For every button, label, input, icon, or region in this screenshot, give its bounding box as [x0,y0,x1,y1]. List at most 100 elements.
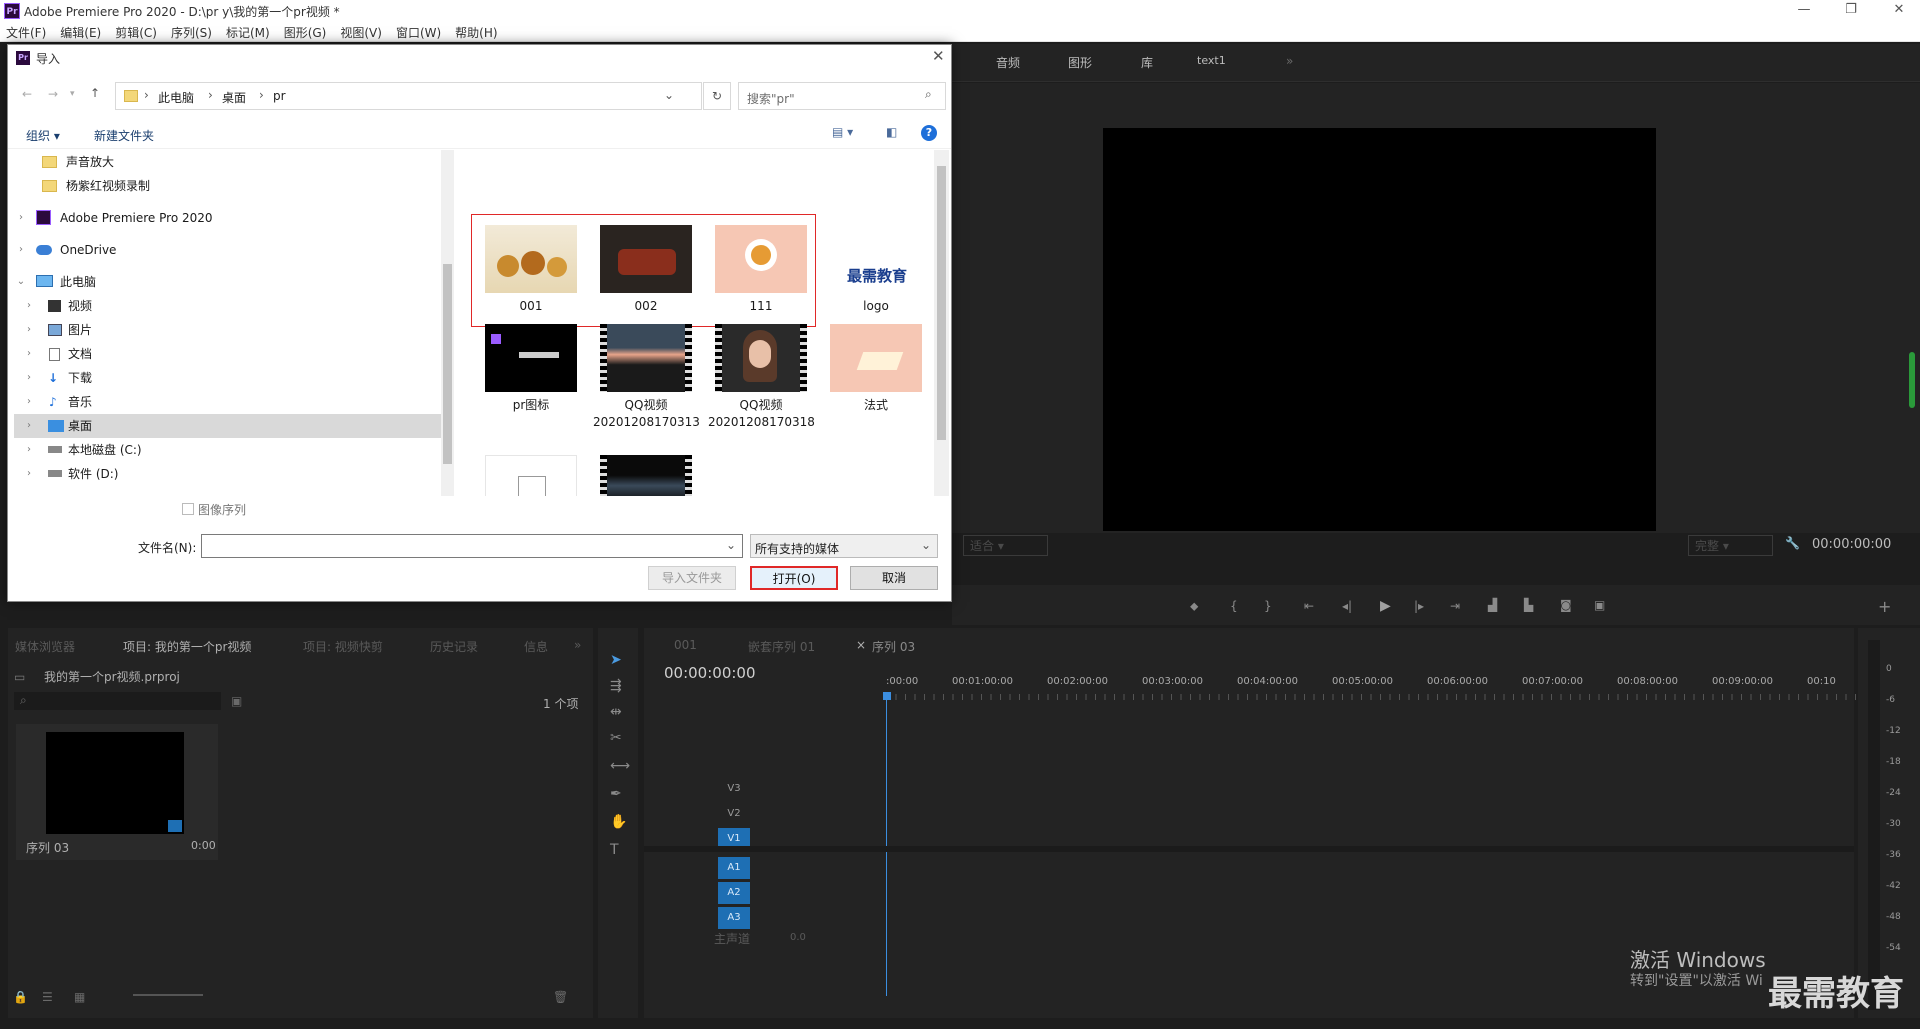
image-sequence-checkbox[interactable] [182,503,194,515]
sequence-item[interactable]: 序列 03 0:00 [16,724,218,860]
track-label[interactable]: V2 [718,803,750,825]
tab-project-main[interactable]: 项目: 我的第一个pr视频 [123,638,251,655]
track-select-icon[interactable]: ⇶ [610,678,622,694]
more-tabs-icon[interactable]: » [1286,54,1293,68]
razor-icon[interactable]: ✂ [610,730,622,746]
lift-icon[interactable]: ▟ [1488,598,1497,612]
hand-icon[interactable]: ✋ [610,814,627,830]
import-folder-button[interactable]: 导入文件夹 [648,566,736,590]
view-options-icon[interactable]: ▤ ▾ [832,125,853,139]
time-ruler[interactable]: :00:00 00:01:00:00 00:02:00:00 00:03:00:… [886,676,1920,692]
playhead-handle[interactable] [883,692,891,700]
menu-view[interactable]: 视图(V) [333,22,389,41]
tab-graphics[interactable]: 图形 [1068,54,1092,71]
minimize-icon[interactable]: — [1789,2,1819,20]
file-tile[interactable]: 法式 [823,324,929,414]
in-point-icon[interactable]: { [1230,599,1238,613]
file-tile[interactable]: 002 [593,225,699,315]
chevron-down-icon[interactable]: ⌄ [726,538,736,552]
track-divider[interactable] [644,846,1854,852]
chevron-right-icon[interactable]: › [14,238,28,262]
tab-info[interactable]: 信息 [524,638,548,655]
track-label[interactable]: V3 [718,778,750,800]
breadcrumb-pc[interactable]: 此电脑 [158,89,194,106]
dialog-close-icon[interactable]: ✕ [932,47,945,65]
chevron-right-icon[interactable]: › [22,318,36,342]
chevron-down-icon[interactable]: ⌄ [14,270,28,294]
timeline-tab-001[interactable]: 001 [674,638,697,652]
lock-icon[interactable]: 🔒 [13,990,28,1004]
compare-icon[interactable]: ▣ [1594,598,1605,612]
filetype-select[interactable]: 所有支持的媒体 ⌄ [750,534,938,558]
chevron-right-icon[interactable]: › [22,390,36,414]
menu-edit[interactable]: 编辑(E) [53,22,108,41]
chevron-right-icon[interactable]: › [22,462,36,486]
chevron-right-icon[interactable]: › [22,294,36,318]
timeline-tab-close-icon[interactable]: × [856,638,866,652]
tree-scroll-thumb[interactable] [443,264,452,464]
file-tile[interactable]: 最需教育 logo [823,225,929,315]
menu-sequence[interactable]: 序列(S) [164,22,219,41]
file-tile[interactable]: pr图标 [478,324,584,414]
menu-marker[interactable]: 标记(M) [219,22,277,41]
tab-library[interactable]: 库 [1141,54,1153,71]
tab-audio[interactable]: 音频 [996,54,1020,71]
slip-icon[interactable]: ⟷ [610,758,630,774]
filename-input[interactable]: ⌄ [201,534,743,558]
file-tile[interactable]: 001 [478,225,584,315]
cancel-button[interactable]: 取消 [850,566,938,590]
tab-history[interactable]: 历史记录 [430,638,478,655]
chevron-right-icon[interactable]: › [22,414,36,438]
close-window-icon[interactable]: ✕ [1884,2,1914,20]
timeline-tab-nested[interactable]: 嵌套序列 01 [748,638,815,655]
type-tool-icon[interactable]: T [610,842,619,858]
open-button[interactable]: 打开(O) [750,566,838,590]
menu-window[interactable]: 窗口(W) [389,22,448,41]
list-view-icon[interactable]: ☰ [42,990,53,1004]
chevron-right-icon[interactable]: › [14,206,28,230]
address-bar[interactable]: › 此电脑 › 桌面 › pr ⌄ [115,82,702,110]
file-tile[interactable] [593,455,699,496]
new-bin-icon[interactable]: ▣ [231,694,242,708]
zoom-slider[interactable] [133,994,203,996]
grid-scrollbar[interactable] [934,150,949,496]
pen-icon[interactable]: ✒ [610,786,622,802]
tab-media-browser[interactable]: 媒体浏览器 [15,638,75,655]
forward-icon[interactable]: → [48,87,58,101]
quality-dropdown[interactable]: 完整 ▾ [1688,535,1773,556]
add-button-icon[interactable]: + [1878,597,1891,616]
help-icon[interactable]: ? [921,125,937,141]
out-point-icon[interactable]: } [1264,599,1272,613]
delete-icon[interactable]: 🗑 [553,990,568,1004]
track-label[interactable]: A3 [718,907,750,929]
file-tile[interactable]: 111 [708,225,814,315]
extract-icon[interactable]: ▙ [1524,598,1533,612]
marker-icon[interactable]: ⬥ [1190,599,1198,614]
file-tile[interactable]: QQ视频20201208170313 [593,324,700,431]
breadcrumb-pr[interactable]: pr [273,89,286,103]
ripple-edit-icon[interactable]: ⇹ [610,704,622,720]
timeline-tab-seq03[interactable]: 序列 03 [872,638,915,655]
tab-project-quick[interactable]: 项目: 视频快剪 [303,638,383,655]
camera-icon[interactable]: ◙ [1560,598,1572,612]
play-icon[interactable]: ▶ [1380,598,1391,614]
selection-tool-icon[interactable]: ➤ [610,652,622,668]
scroll-indicator[interactable] [1909,352,1915,408]
breadcrumb-desktop[interactable]: 桌面 [222,89,246,106]
refresh-icon[interactable]: ↻ [703,82,731,110]
track-label[interactable]: A1 [718,857,750,879]
back-icon[interactable]: ← [22,87,32,101]
menu-help[interactable]: 帮助(H) [448,22,504,41]
chevron-right-icon[interactable]: › [22,342,36,366]
file-tile[interactable] [478,455,584,496]
menu-clip[interactable]: 剪辑(C) [108,22,164,41]
organize-button[interactable]: 组织 ▾ [26,127,60,144]
restore-icon[interactable]: ❐ [1836,2,1866,20]
tree-item-selected[interactable]: › 桌面 [14,414,444,438]
step-forward-icon[interactable]: |▸ [1414,599,1424,613]
search-input[interactable]: 搜索"pr" [738,82,946,110]
wrench-icon[interactable]: 🔧 [1785,536,1800,550]
menu-graphics[interactable]: 图形(G) [277,22,334,41]
file-tile[interactable]: QQ视频20201208170318 [708,324,815,431]
menu-file[interactable]: 文件(F) [0,22,53,41]
